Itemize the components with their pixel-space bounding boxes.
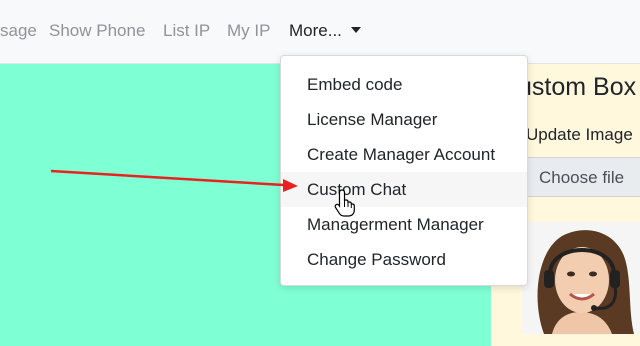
hand-pointer-cursor-icon [334,189,355,217]
red-arrow-annotation [50,169,298,192]
